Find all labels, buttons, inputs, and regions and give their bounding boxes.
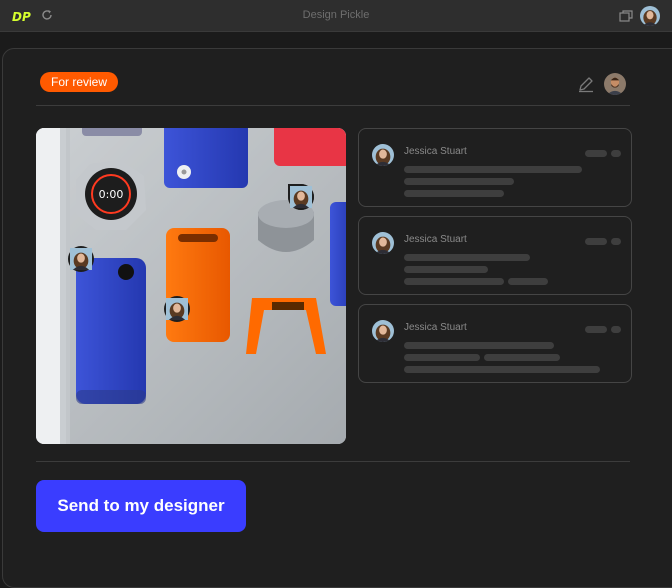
- text-placeholder: [404, 178, 514, 185]
- text-placeholder: [404, 354, 480, 361]
- comment-card[interactable]: Jessica Stuart: [358, 216, 632, 295]
- comment-action-placeholder[interactable]: [585, 238, 607, 245]
- comment-author: Jessica Stuart: [404, 146, 467, 157]
- app-title: Design Pickle: [302, 9, 370, 21]
- avatar: [372, 232, 394, 254]
- text-placeholder: [404, 342, 554, 349]
- comment-author: Jessica Stuart: [404, 234, 467, 245]
- comment-pin[interactable]: [162, 294, 192, 324]
- comment-action-placeholder[interactable]: [585, 150, 607, 157]
- footer-divider: [36, 461, 630, 462]
- timer-text: 0:00: [99, 188, 124, 201]
- comment-action-placeholder[interactable]: [611, 150, 621, 157]
- send-to-designer-button[interactable]: Send to my designer: [36, 480, 246, 532]
- comment-author: Jessica Stuart: [404, 322, 467, 333]
- design-image[interactable]: 0:00: [36, 128, 346, 444]
- comment-pin[interactable]: [66, 244, 96, 274]
- comment-card[interactable]: Jessica Stuart: [358, 304, 632, 383]
- avatar: [372, 144, 394, 166]
- header-divider: [36, 105, 630, 106]
- text-placeholder: [484, 354, 560, 361]
- text-placeholder: [404, 278, 504, 285]
- user-avatar[interactable]: [640, 6, 660, 26]
- text-placeholder: [404, 266, 488, 273]
- text-placeholder: [508, 278, 548, 285]
- window-icon[interactable]: [619, 10, 633, 22]
- avatar: [372, 320, 394, 342]
- comment-pin[interactable]: [286, 182, 316, 212]
- text-placeholder: [404, 166, 582, 173]
- comment-action-placeholder[interactable]: [611, 326, 621, 333]
- comment-action-placeholder[interactable]: [611, 238, 621, 245]
- comment-action-placeholder[interactable]: [585, 326, 607, 333]
- comment-card[interactable]: Jessica Stuart: [358, 128, 632, 207]
- status-badge: For review: [40, 72, 119, 92]
- title-bar: DP Design Pickle: [0, 0, 672, 32]
- text-placeholder: [404, 366, 600, 373]
- designer-avatar[interactable]: [604, 73, 626, 95]
- text-placeholder: [404, 190, 504, 197]
- pencil-icon[interactable]: [577, 75, 595, 93]
- text-placeholder: [404, 254, 530, 261]
